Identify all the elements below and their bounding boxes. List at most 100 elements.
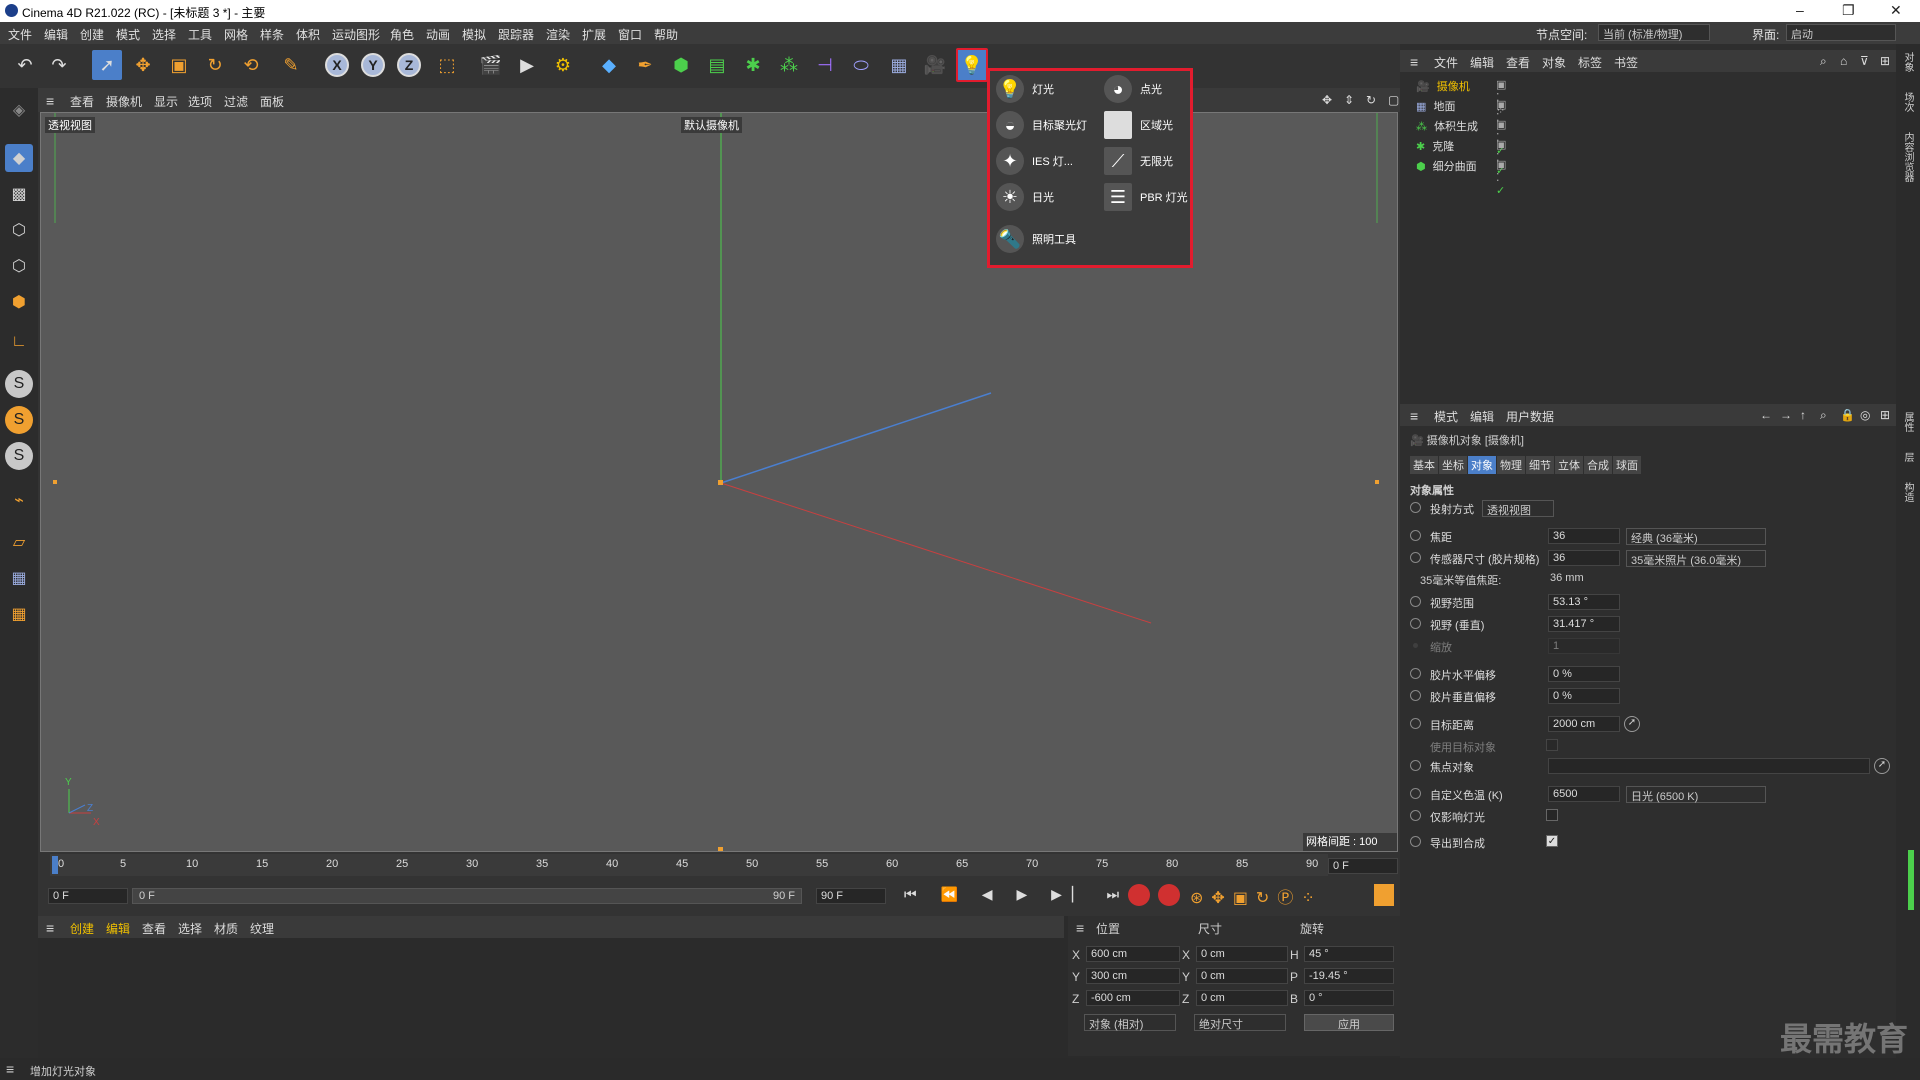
magnet-icon[interactable]: ⌁ <box>5 486 33 514</box>
tab-coord[interactable]: 坐标 <box>1439 456 1467 474</box>
render-region-icon[interactable]: 🎬 <box>476 50 506 80</box>
popup-item-sun[interactable]: ☀ 日光 <box>996 183 1054 211</box>
popup-item-infinite[interactable]: ⟋ 无限光 <box>1104 147 1173 175</box>
hamburger-icon[interactable]: ≡ <box>1410 408 1418 424</box>
mat-menu-create[interactable]: 创建 <box>70 920 94 937</box>
camera-icon[interactable]: 🎥 <box>920 50 950 80</box>
keyframe-radio[interactable] <box>1410 718 1421 729</box>
om-menu-bookmarks[interactable]: 书签 <box>1614 54 1638 71</box>
tab-basic[interactable]: 基本 <box>1410 456 1438 474</box>
interface-select[interactable]: 启动 <box>1786 24 1896 41</box>
attr-menu-mode[interactable]: 模式 <box>1434 408 1458 425</box>
up-arrow-icon[interactable]: ↑ <box>1800 408 1806 422</box>
popup-item-pbr[interactable]: ☰ PBR 灯光 <box>1104 183 1188 211</box>
move-tool-icon[interactable]: ✥ <box>128 50 158 80</box>
quantize-icon[interactable]: S <box>5 442 33 470</box>
film-offset-x-field[interactable]: 0 % <box>1548 666 1620 682</box>
keyframe-radio[interactable] <box>1410 596 1421 607</box>
start-frame-field[interactable]: 0 F <box>48 888 128 904</box>
live-select-icon[interactable]: ✎ <box>276 50 306 80</box>
keyframe-radio[interactable] <box>1410 690 1421 701</box>
playhead[interactable] <box>52 856 58 874</box>
menu-extend[interactable]: 扩展 <box>582 26 606 43</box>
size-y-field[interactable]: 0 cm <box>1196 968 1288 984</box>
keyframe-radio[interactable] <box>1410 502 1421 513</box>
affect-lights-checkbox[interactable] <box>1546 809 1558 821</box>
vp-menu-view[interactable]: 查看 <box>70 93 94 110</box>
fov-field[interactable]: 53.13 ° <box>1548 594 1620 610</box>
dock-tab-structure[interactable]: 构造 <box>1900 482 1915 502</box>
subdivision-icon[interactable]: ⬢ <box>666 50 696 80</box>
menu-mograph[interactable]: 运动图形 <box>332 26 380 43</box>
menu-animate[interactable]: 动画 <box>426 26 450 43</box>
rot-b-field[interactable]: 0 ° <box>1304 990 1394 1006</box>
search-icon[interactable]: ⌕ <box>1820 408 1827 423</box>
menu-tools[interactable]: 工具 <box>188 26 212 43</box>
color-temperature-preset[interactable]: 日光 (6500 K) <box>1626 786 1766 803</box>
use-target-checkbox[interactable] <box>1546 739 1558 751</box>
floor-icon[interactable]: ▦ <box>884 50 914 80</box>
tab-spherical[interactable]: 球面 <box>1613 456 1641 474</box>
rot-h-field[interactable]: 45 ° <box>1304 946 1394 962</box>
vp-rotate-icon[interactable]: ↻ <box>1366 93 1376 107</box>
field-icon[interactable]: ⬭ <box>846 50 876 80</box>
planar-workplane-icon[interactable]: ▦ <box>5 600 33 628</box>
end-frame-field[interactable]: 90 F <box>816 888 886 904</box>
timeline-window-icon[interactable] <box>1374 884 1394 906</box>
redo-icon[interactable]: ↷ <box>44 50 74 80</box>
vp-move-icon[interactable]: ✥ <box>1322 93 1332 107</box>
dock-tab-takes[interactable]: 场次 <box>1900 92 1915 112</box>
render-settings-icon[interactable]: ⚙ <box>548 50 578 80</box>
menu-mesh[interactable]: 网格 <box>224 26 248 43</box>
om-menu-file[interactable]: 文件 <box>1434 54 1458 71</box>
mat-menu-material[interactable]: 材质 <box>214 920 238 937</box>
popup-item-target-spot[interactable]: ◒ 目标聚光灯 <box>996 111 1087 139</box>
menu-simulate[interactable]: 模拟 <box>462 26 486 43</box>
keyframe-radio[interactable] <box>1410 836 1421 847</box>
projection-select[interactable]: 透视视图 <box>1482 500 1554 517</box>
texture-mode-icon[interactable]: ▩ <box>5 180 33 208</box>
hamburger-icon[interactable]: ≡ <box>6 1061 14 1077</box>
make-editable-icon[interactable]: ◈ <box>5 96 33 124</box>
edges-mode-icon[interactable]: ⬡ <box>5 252 33 280</box>
settings-icon[interactable]: ◎ <box>1860 408 1870 422</box>
playback-controls[interactable]: ⏮ ⏪ ◀ ▶ ▶▏ ⏭ <box>904 886 1129 903</box>
vp-zoom-icon[interactable]: ⇕ <box>1344 93 1354 107</box>
keyframe-radio[interactable] <box>1410 788 1421 799</box>
back-arrow-icon[interactable]: ← <box>1760 408 1772 422</box>
focus-object-link[interactable] <box>1548 758 1870 774</box>
filter-icon[interactable]: ⊽ <box>1860 54 1869 68</box>
mat-menu-select[interactable]: 选择 <box>178 920 202 937</box>
coordinate-system-icon[interactable]: ⬚ <box>432 50 462 80</box>
sensor-size-field[interactable]: 36 <box>1548 550 1620 566</box>
popup-item-light[interactable]: 💡 灯光 <box>996 75 1054 103</box>
fov-vertical-field[interactable]: 31.417 ° <box>1548 616 1620 632</box>
mat-menu-edit[interactable]: 编辑 <box>106 920 130 937</box>
y-axis-lock-icon[interactable]: Y <box>358 50 388 80</box>
attr-menu-userdata[interactable]: 用户数据 <box>1506 408 1554 425</box>
object-row-cloner[interactable]: ✱ 克隆 ▣ ⁚ ✓ <box>1416 138 1506 177</box>
mat-menu-view[interactable]: 查看 <box>142 920 166 937</box>
dock-tab-content-browser[interactable]: 内容浏览器 <box>1900 132 1915 182</box>
focal-preset-select[interactable]: 经典 (36毫米) <box>1626 528 1766 545</box>
close-icon[interactable]: ✕ <box>1890 2 1902 19</box>
points-mode-icon[interactable]: ⬡ <box>5 216 33 244</box>
tab-physical[interactable]: 物理 <box>1497 456 1525 474</box>
locked-workplane-icon[interactable]: ▦ <box>5 564 33 592</box>
rot-p-field[interactable]: -19.45 ° <box>1304 968 1394 984</box>
pos-z-field[interactable]: -600 cm <box>1086 990 1180 1006</box>
menu-character[interactable]: 角色 <box>390 26 414 43</box>
tab-object[interactable]: 对象 <box>1468 456 1496 474</box>
popup-item-ies[interactable]: ✦ IES 灯... <box>996 147 1073 175</box>
dock-tab-attributes[interactable]: 属性 <box>1900 412 1915 432</box>
cloner-icon[interactable]: ✱ <box>738 50 768 80</box>
array-icon[interactable]: ⁂ <box>774 50 804 80</box>
apply-button[interactable]: 应用 <box>1304 1014 1394 1031</box>
om-menu-edit[interactable]: 编辑 <box>1470 54 1494 71</box>
focal-length-field[interactable]: 36 <box>1548 528 1620 544</box>
om-menu-tags[interactable]: 标签 <box>1578 54 1602 71</box>
recent-tools-icon[interactable]: ⟲ <box>236 50 266 80</box>
scale-tool-icon[interactable]: ▣ <box>164 50 194 80</box>
lock-icon[interactable]: 🔒 <box>1840 408 1855 422</box>
range-slider[interactable]: 0 F 90 F <box>132 888 802 904</box>
